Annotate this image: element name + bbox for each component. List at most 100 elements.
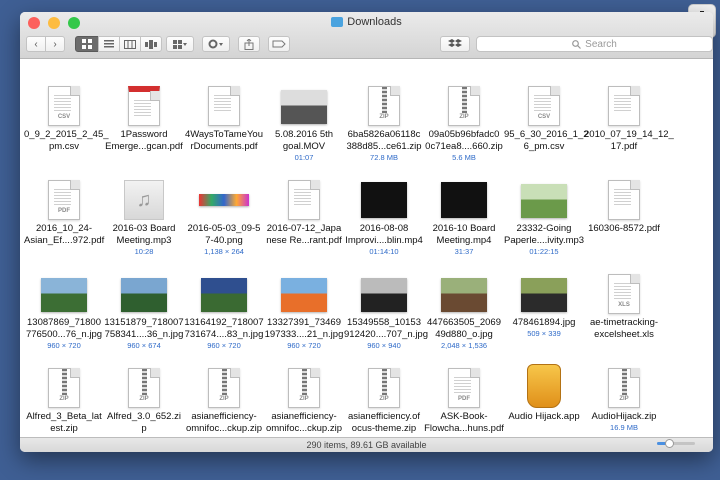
- file-item[interactable]: PDF ASK-Book- Flowcha...huns.pdf: [424, 342, 504, 435]
- column-view-button[interactable]: [119, 36, 141, 52]
- file-extension-label: ZIP: [619, 396, 629, 402]
- file-name-line2: omnifoc...ckup.zip: [185, 423, 263, 434]
- file-extension-label: ZIP: [379, 114, 389, 120]
- file-item[interactable]: 2016-07-12_Japa nese Re...rant.pdf: [264, 154, 344, 247]
- forward-arrow-icon: ›: [53, 38, 57, 50]
- file-item[interactable]: ZIP 09a05b96bfadc0 0c71ea8....660.zip 5.6 M…: [424, 60, 504, 163]
- file-thumbnail: [264, 60, 344, 126]
- file-thumbnail: [264, 248, 344, 314]
- file-name-line1: 1Password: [120, 129, 168, 140]
- file-item[interactable]: 2016-08-08 Improvi....blin.mp4 01:14:10: [344, 154, 424, 257]
- file-thumbnail: [264, 154, 344, 220]
- file-item[interactable]: ZIP 6ba5826a06118c 388d85...ce61.zip 72.8 M…: [344, 60, 424, 163]
- file-name: 5.08.2016 5th goal.MOV: [264, 129, 344, 153]
- file-item[interactable]: ZIPasianefficiency-omnifoc...ckup.zip242…: [184, 342, 264, 437]
- audio-hijack-app-icon: [527, 364, 561, 408]
- file-grid-area[interactable]: CSV 0_9_2_2015_2_45_ pm.csv 1Password Emerge…: [20, 60, 713, 437]
- file-name-line2: 731674....83_n.jpg: [184, 329, 264, 340]
- file-name: 2016-05-03_09-5 7-40.png: [184, 223, 264, 247]
- file-item[interactable]: Audio Hijack.app: [504, 342, 584, 423]
- file-item[interactable]: XLS ae-timetracking-excelsheet.xls: [584, 248, 664, 341]
- zip-file-icon: ZIP: [288, 368, 320, 408]
- back-button[interactable]: ‹: [26, 36, 46, 52]
- file-item[interactable]: ZIP AudioHijack.zip 16.9 MB: [584, 342, 664, 433]
- file-name-line1: 13151879_718007: [104, 317, 184, 328]
- tag-button[interactable]: [268, 36, 290, 52]
- file-item[interactable]: 2016-10 Board Meeting.mp4 31:37: [424, 154, 504, 257]
- file-extension-label: CSV: [57, 114, 71, 120]
- file-name: 13087869_71800 776500...76_n.jpg: [24, 317, 104, 341]
- file-name: 2016_10_24- Asian_Ef....972.pdf: [24, 223, 104, 247]
- share-button[interactable]: [238, 36, 260, 52]
- file-extension-label: ZIP: [379, 396, 389, 402]
- file-thumbnail: ZIP: [344, 342, 424, 408]
- video-thumbnail: [441, 182, 487, 218]
- file-item[interactable]: 447663505_2069 49d880_o.jpg 2,048 × 1,536: [424, 248, 504, 351]
- image-thumbnail: [41, 278, 87, 312]
- file-item[interactable]: ZIPasianefficiency-omnifoc...ckup.zip194…: [264, 342, 344, 437]
- file-item[interactable]: CSV 0_9_2_2015_2_45_ pm.csv: [24, 60, 109, 153]
- action-button[interactable]: [202, 36, 230, 52]
- file-item[interactable]: 13327391_73469 197333....21_n.jpg 960 × 72…: [264, 248, 344, 351]
- slider-knob[interactable]: [665, 439, 674, 448]
- file-thumbnail: ZIP: [264, 342, 344, 408]
- document-icon: PDF: [448, 368, 480, 408]
- file-item[interactable]: 13164192_718007 731674....83_n.jpg 960 × 7…: [184, 248, 264, 351]
- file-name-line1: ASK-Book-: [440, 411, 488, 422]
- search-placeholder: Search: [585, 38, 617, 50]
- file-name: asianefficiency.of ocus-theme.zip: [344, 411, 424, 435]
- dropbox-button[interactable]: [440, 36, 470, 52]
- file-name: 13164192_718007 731674....83_n.jpg: [184, 317, 264, 341]
- search-field[interactable]: Search: [476, 36, 713, 52]
- file-thumbnail: [424, 154, 504, 220]
- arrange-button[interactable]: [166, 36, 194, 52]
- view-mode-segment: [75, 36, 162, 52]
- image-thumbnail: [199, 194, 249, 206]
- file-item[interactable]: 4WaysToTameYou rDocuments.pdf: [184, 60, 264, 153]
- icon-view-button[interactable]: [75, 36, 99, 52]
- file-item[interactable]: 478461894.jpg 509 × 339: [504, 248, 584, 339]
- file-thumbnail: ZIP: [584, 342, 664, 408]
- forward-button[interactable]: ›: [45, 36, 65, 52]
- file-item[interactable]: ZIPAlfred_3.0_652.zip3 MB: [104, 342, 184, 437]
- file-name-line1: 2016-08-08: [359, 223, 409, 234]
- coverflow-view-button[interactable]: [140, 36, 162, 52]
- list-view-button[interactable]: [98, 36, 120, 52]
- file-item[interactable]: PDF 2016_10_24- Asian_Ef....972.pdf: [24, 154, 104, 247]
- file-name-line2: 758341....36_n.jpg: [104, 329, 184, 340]
- file-item[interactable]: 15349558_10153 912420....707_n.jpg 960 × 9…: [344, 248, 428, 351]
- music-note-icon: ♫: [124, 180, 164, 220]
- file-name-line2: Asian_Ef....972.pdf: [24, 235, 105, 246]
- file-item[interactable]: 2010_07_19_14_12_ 17.pdf: [584, 60, 674, 153]
- file-thumbnail: [424, 248, 504, 314]
- file-name: 2016-07-12_Japa nese Re...rant.pdf: [264, 223, 344, 247]
- file-extension-label: PDF: [58, 208, 70, 214]
- file-item[interactable]: 2016-05-03_09-5 7-40.png 1,138 × 264: [184, 154, 264, 257]
- file-name: 160306-8572.pdf: [584, 223, 664, 235]
- image-thumbnail: [201, 278, 247, 312]
- file-item[interactable]: 23332-Going Paperle....ivity.mp3 01:22:15: [504, 154, 584, 257]
- file-name-line2: ocus-theme.zip: [351, 423, 417, 434]
- file-extension-label: PDF: [458, 396, 470, 402]
- back-arrow-icon: ‹: [34, 38, 38, 50]
- file-name: 2016-03 Board Meeting.mp3: [104, 223, 184, 247]
- file-thumbnail: [184, 154, 264, 220]
- file-item[interactable]: 13087869_71800 776500...76_n.jpg 960 × 720: [24, 248, 104, 351]
- icon-size-slider[interactable]: [657, 439, 695, 448]
- document-icon: [608, 86, 640, 126]
- file-item[interactable]: CSV 95_6_30_2016_1_2 6_pm.csv: [504, 60, 589, 153]
- file-item[interactable]: ZIPasianefficiency.ofocus-theme.zip1 KB: [344, 342, 424, 437]
- file-name-line2: 7-40.png: [205, 235, 243, 246]
- file-name: 0_9_2_2015_2_45_ pm.csv: [24, 129, 109, 153]
- file-meta: 509 × 339: [527, 329, 561, 338]
- file-item[interactable]: ZIPAlfred_3_Beta_latest.zip3 MB: [24, 342, 104, 437]
- nav-buttons: ‹ ›: [26, 36, 65, 52]
- dropbox-icon: [448, 39, 462, 47]
- file-item[interactable]: ♫ 2016-03 Board Meeting.mp3 10:28: [104, 154, 184, 257]
- file-item[interactable]: 160306-8572.pdf: [584, 154, 664, 235]
- file-item[interactable]: 1Password Emerge...gcan.pdf: [104, 60, 184, 153]
- file-thumbnail: XLS: [584, 248, 664, 314]
- file-item[interactable]: 5.08.2016 5th goal.MOV 01:07: [264, 60, 344, 163]
- file-item[interactable]: 13151879_718007 758341....36_n.jpg 960 × 6…: [104, 248, 184, 351]
- file-name-line1: 2016-10 Board: [432, 223, 496, 234]
